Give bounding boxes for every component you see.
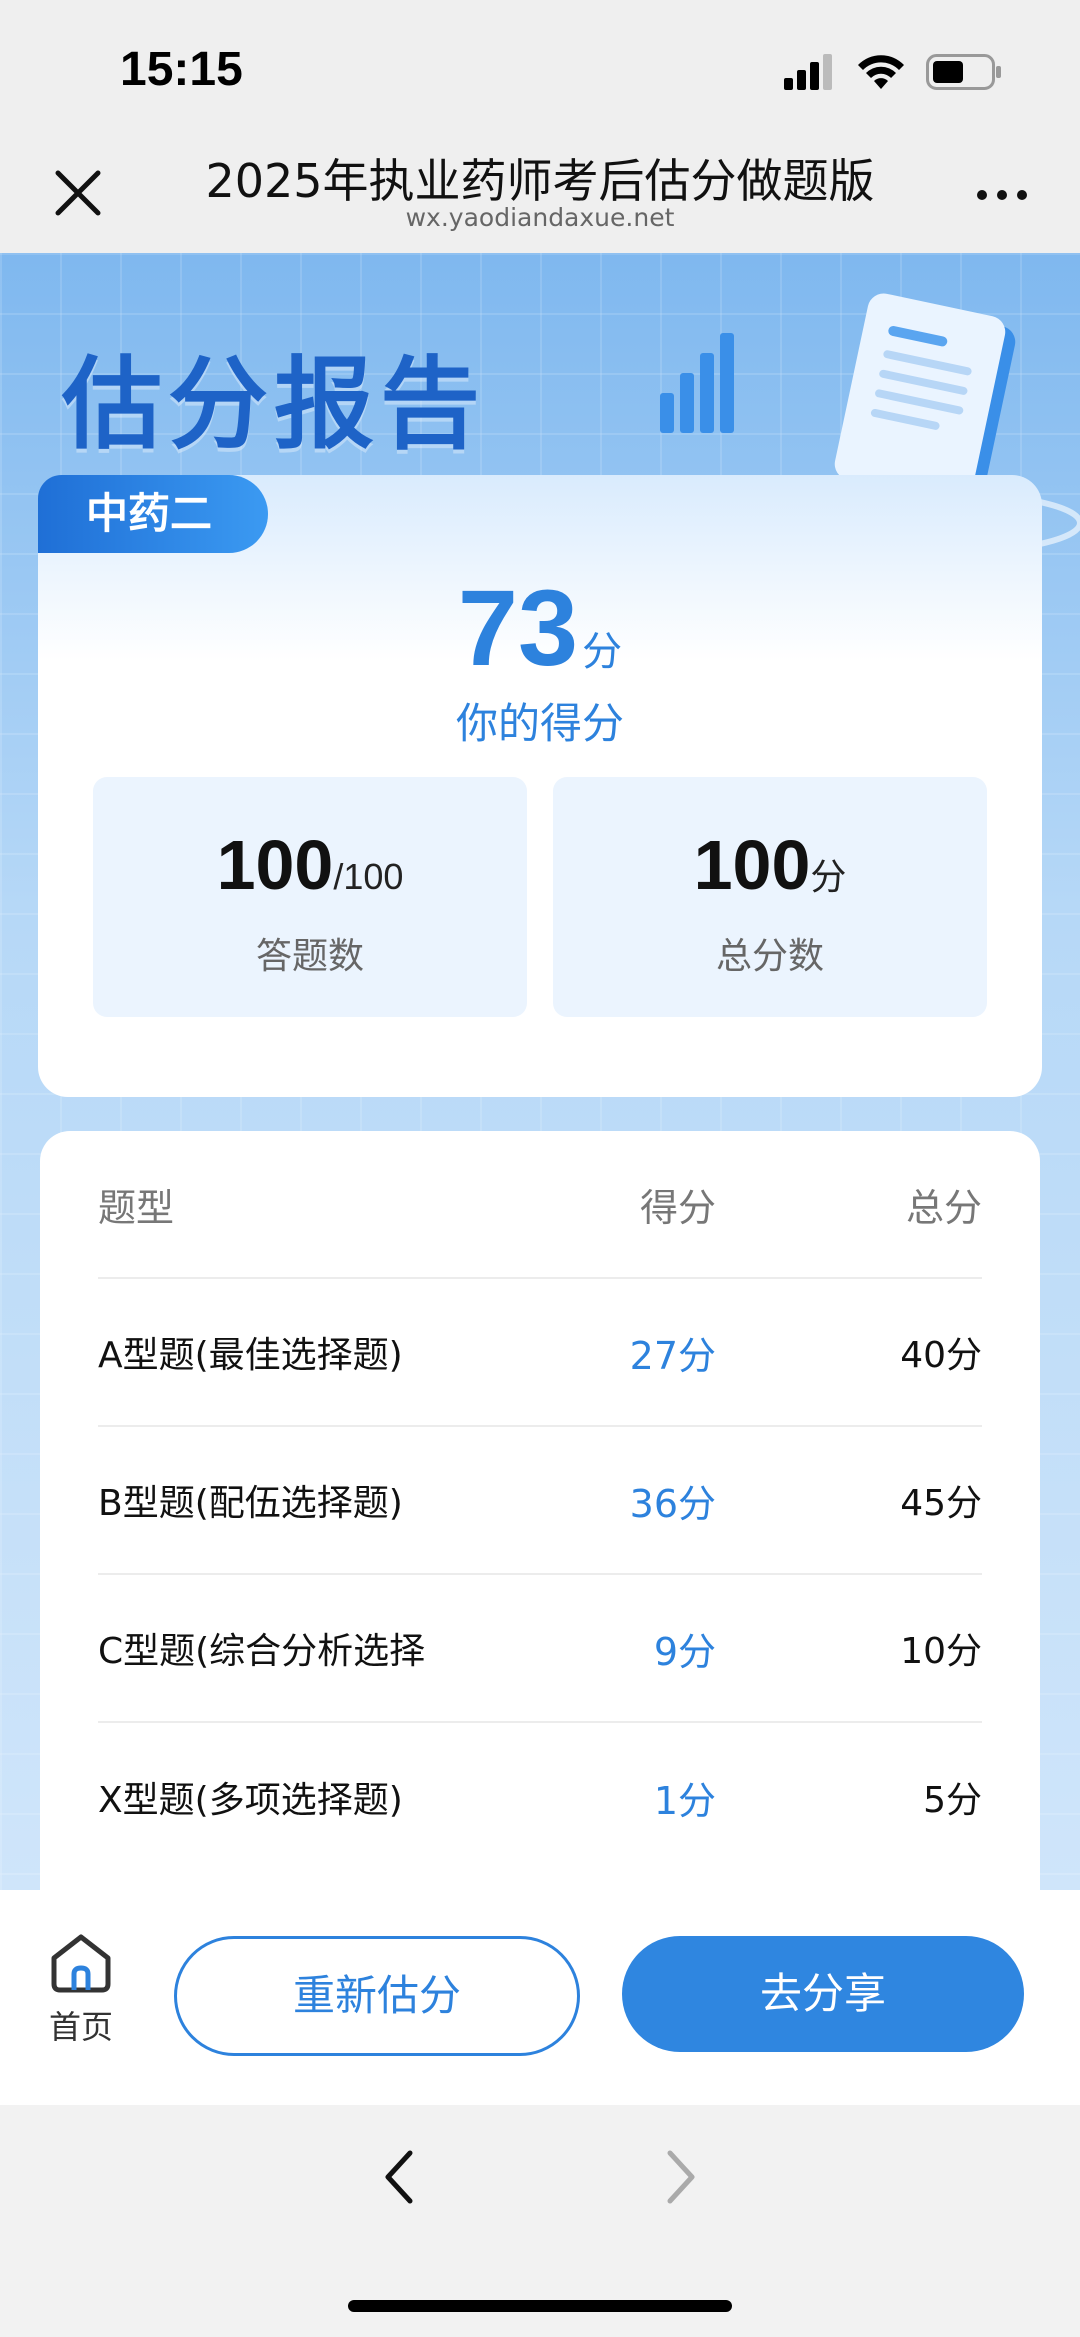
total-value-wrap: 100分 — [553, 825, 987, 905]
header-type: 题型 — [98, 1185, 175, 1230]
restart-estimate-button[interactable]: 重新估分 — [174, 1936, 580, 2056]
hero-title: 估分报告 — [62, 346, 486, 463]
row-score: 36分 — [629, 1481, 716, 1526]
answered-suffix: /100 — [333, 856, 404, 897]
row-type: B型题(配伍选择题) — [98, 1483, 403, 1524]
score-label: 你的得分 — [455, 699, 624, 748]
row-total: 5分 — [923, 1780, 982, 1821]
breakdown-table: 题型 得分 总分 A型题(最佳选择题) 27分 40分 B型题(配伍选择题) 3… — [40, 1131, 1040, 1890]
answered-stat: 100/100 答题数 — [93, 777, 527, 1017]
table-row: B型题(配伍选择题) 36分 45分 — [98, 1427, 982, 1575]
home-label: 首页 — [48, 2008, 113, 2046]
subject-tag: 中药二 — [38, 475, 269, 553]
back-arrow-icon[interactable] — [380, 2147, 420, 2207]
row-type: A型题(最佳选择题) — [98, 1335, 403, 1376]
answered-value: 100 — [216, 826, 334, 904]
row-total: 40分 — [900, 1335, 982, 1376]
table-row: A型题(最佳选择题) 27分 40分 — [98, 1279, 982, 1427]
page-title: 2025年执业药师考后估分做题版 — [205, 154, 875, 208]
total-label: 总分数 — [715, 936, 824, 977]
page-url: wx.yaodiandaxue.net — [405, 203, 675, 232]
header-total: 总分 — [905, 1185, 982, 1230]
answered-label: 答题数 — [255, 936, 364, 977]
table-header: 题型 得分 总分 — [98, 1131, 982, 1279]
total-suffix: 分 — [810, 856, 847, 897]
row-type: X型题(多项选择题) — [98, 1780, 403, 1821]
score-card: 中药二 73 分 你的得分 100/100 答题数 100分 总分数 — [38, 475, 1042, 1097]
status-bar: 15:15 — [0, 0, 1080, 135]
score-value: 73 — [457, 567, 579, 688]
row-type: C型题(综合分析选择 — [98, 1631, 426, 1672]
report-content: 估分报告 中药二 73 分 你的得分 100/100 答题数 100分 总分数 … — [0, 253, 1080, 1890]
more-icon[interactable] — [974, 185, 1030, 205]
cellular-signal-icon — [784, 54, 832, 90]
header-score: 得分 — [639, 1185, 716, 1230]
row-score: 27分 — [629, 1333, 716, 1378]
answered-value-wrap: 100/100 — [93, 825, 527, 905]
row-total: 45分 — [900, 1483, 982, 1524]
status-icons — [784, 52, 1002, 92]
total-value: 100 — [693, 826, 811, 904]
battery-icon — [926, 54, 1001, 90]
table-row: C型题(综合分析选择 9分 10分 — [98, 1575, 982, 1723]
row-score: 9分 — [653, 1629, 716, 1674]
row-score: 1分 — [653, 1778, 716, 1823]
share-button[interactable]: 去分享 — [622, 1936, 1024, 2052]
table-row: X型题(多项选择题) 1分 5分 — [98, 1723, 982, 1871]
forward-arrow-icon[interactable] — [660, 2147, 700, 2207]
wifi-icon — [858, 55, 904, 89]
nav-bar: 2025年执业药师考后估分做题版 wx.yaodiandaxue.net — [0, 135, 1080, 253]
home-icon — [51, 1934, 111, 1993]
action-bar: 首页 重新估分 去分享 — [0, 1890, 1080, 2105]
home-indicator — [348, 2300, 732, 2312]
status-time: 15:15 — [120, 43, 243, 96]
home-button[interactable]: 首页 — [40, 1932, 122, 2048]
row-total: 10分 — [900, 1631, 982, 1672]
total-stat: 100分 总分数 — [553, 777, 987, 1017]
score-display: 73 分 — [38, 565, 1042, 690]
score-unit: 分 — [582, 629, 623, 675]
